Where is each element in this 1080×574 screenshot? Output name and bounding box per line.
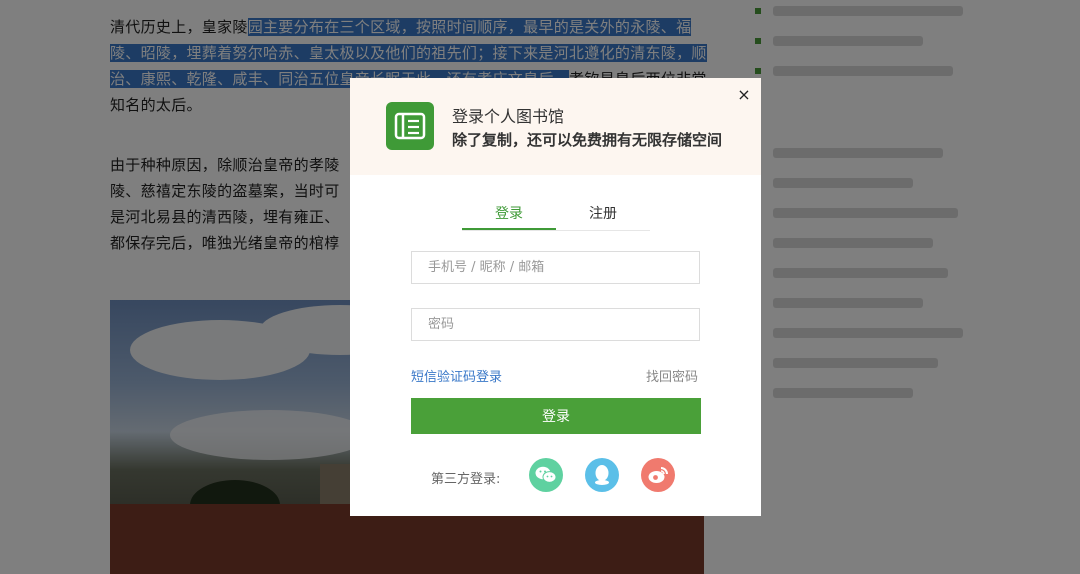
auth-tabs: 登录 注册 xyxy=(462,202,650,231)
weibo-icon[interactable] xyxy=(641,458,675,492)
password-input[interactable] xyxy=(411,308,700,341)
login-modal: 登录个人图书馆 除了复制，还可以免费拥有无限存储空间 × 登录 注册 短信验证码… xyxy=(350,78,761,516)
close-icon[interactable]: × xyxy=(736,87,752,103)
forgot-password-link[interactable]: 找回密码 xyxy=(646,366,698,385)
modal-subtitle: 除了复制，还可以免费拥有无限存储空间 xyxy=(452,131,723,149)
modal-title: 登录个人图书馆 xyxy=(452,107,565,126)
sms-login-link[interactable]: 短信验证码登录 xyxy=(411,366,502,385)
username-input[interactable] xyxy=(411,251,700,284)
wechat-icon[interactable] xyxy=(529,458,563,492)
tab-register[interactable]: 注册 xyxy=(556,202,650,230)
qq-icon[interactable] xyxy=(585,458,619,492)
login-button[interactable]: 登录 xyxy=(411,398,701,434)
library-logo-icon xyxy=(386,102,434,150)
modal-header: 登录个人图书馆 除了复制，还可以免费拥有无限存储空间 × xyxy=(350,78,761,175)
third-party-login-label: 第三方登录: xyxy=(431,472,501,487)
tab-login[interactable]: 登录 xyxy=(462,202,556,230)
